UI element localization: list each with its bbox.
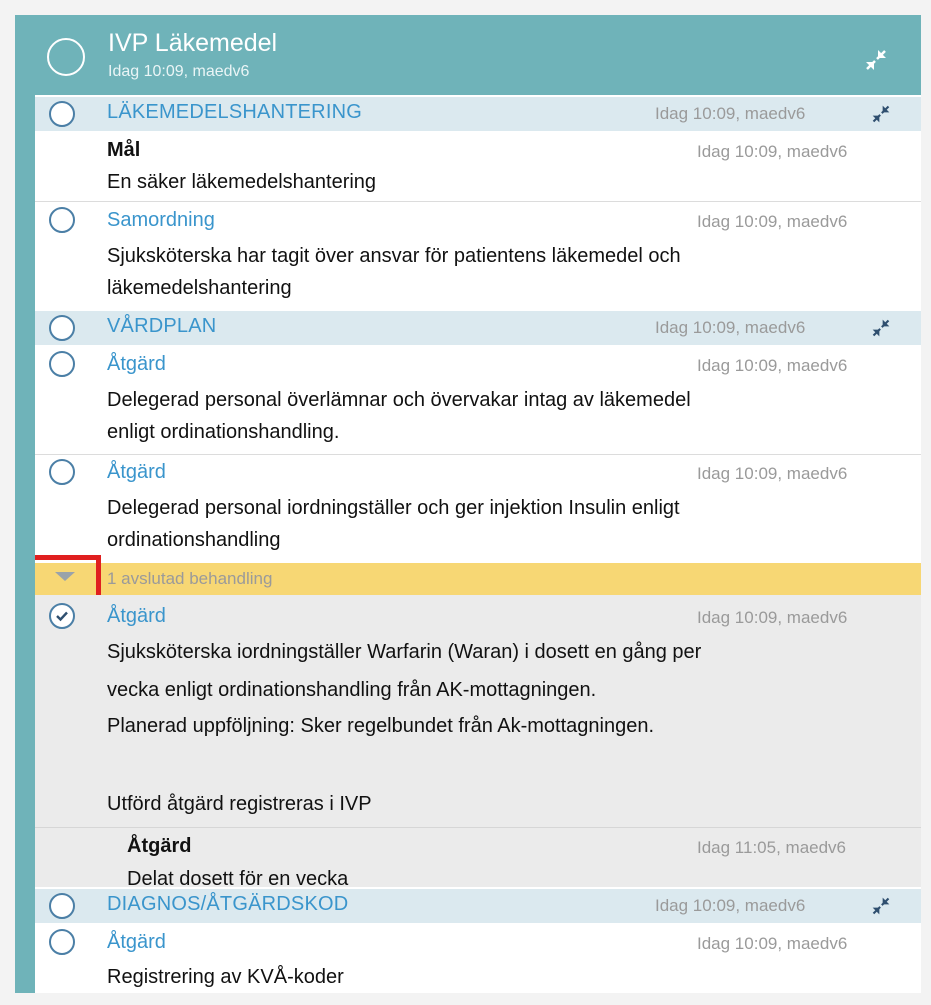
section-diagnos-atgardskod[interactable]: DIAGNOS/ÅTGÄRDSKOD Idag 10:09, maedv6 (35, 889, 921, 923)
closed-treatments-toggle[interactable]: 1 avslutad behandling (35, 555, 921, 607)
entry-text: Delegerad personal överlämnar och överva… (107, 389, 691, 411)
entry-title-link[interactable]: Samordning (107, 209, 215, 232)
status-circle-icon[interactable] (49, 315, 75, 341)
divider (35, 201, 921, 202)
closed-treatments-label[interactable]: 1 avslutad behandling (107, 569, 272, 589)
section-vardplan[interactable]: VÅRDPLAN Idag 10:09, maedv6 (35, 311, 921, 345)
check-circle-icon[interactable] (49, 603, 75, 629)
entry-title-link[interactable]: Åtgärd (107, 605, 166, 628)
status-circle-icon[interactable] (49, 351, 75, 377)
divider (35, 827, 921, 828)
care-plan-panel: IVP Läkemedel Idag 10:09, maedv6 LÄKEMED… (15, 15, 921, 993)
entry-text: Utförd åtgärd registreras i IVP (107, 793, 372, 815)
compress-arrows-icon[interactable] (871, 896, 891, 916)
entry-text: ordinationshandling (107, 529, 281, 551)
compress-arrows-icon[interactable] (871, 318, 891, 338)
section-label[interactable]: VÅRDPLAN (107, 315, 216, 338)
status-circle-icon[interactable] (49, 459, 75, 485)
closed-treatments-area: Åtgärd Idag 10:09, maedv6 Sjuksköterska … (35, 595, 921, 890)
compress-arrows-icon[interactable] (871, 104, 891, 124)
status-circle-icon[interactable] (49, 207, 75, 233)
entry-text: Delegerad personal iordningställer och g… (107, 497, 680, 519)
entry-title: Mål (107, 139, 141, 161)
entry-title-link[interactable]: Åtgärd (107, 461, 166, 484)
entry-text: läkemedelshantering (107, 277, 292, 299)
entry-meta: Idag 10:09, maedv6 (697, 356, 848, 375)
section-lakemedelshantering[interactable]: LÄKEMEDELSHANTERING Idag 10:09, maedv6 (35, 97, 921, 131)
entry-text: Planerad uppföljning: Sker regelbundet f… (107, 715, 655, 737)
entry-text: enligt ordinationshandling. (107, 421, 340, 443)
section-label[interactable]: LÄKEMEDELSHANTERING (107, 101, 362, 124)
divider (35, 454, 921, 455)
section-meta: Idag 10:09, maedv6 (655, 318, 806, 337)
panel-header: IVP Läkemedel Idag 10:09, maedv6 (35, 15, 921, 95)
panel-subtitle: Idag 10:09, maedv6 (108, 63, 250, 80)
entry-text: Registrering av KVÅ-koder (107, 966, 344, 988)
entry-meta: Idag 10:09, maedv6 (697, 464, 848, 483)
section-meta: Idag 10:09, maedv6 (655, 896, 806, 915)
entry-meta: Idag 10:09, maedv6 (697, 608, 848, 627)
status-circle-icon[interactable] (49, 929, 75, 955)
status-circle-icon[interactable] (49, 893, 75, 919)
entry-meta: Idag 10:09, maedv6 (697, 934, 848, 953)
entry-meta: Idag 10:09, maedv6 (697, 142, 848, 161)
entry-title-link[interactable]: Åtgärd (107, 931, 166, 954)
status-circle-icon[interactable] (47, 38, 85, 76)
entry-meta: Idag 10:09, maedv6 (697, 212, 848, 231)
entry-text: Sjuksköterska har tagit över ansvar för … (107, 245, 681, 267)
section-meta: Idag 10:09, maedv6 (655, 104, 806, 123)
sub-entry-meta: Idag 11:05, maedv6 (697, 838, 847, 857)
sub-entry-title: Åtgärd (127, 835, 192, 857)
entry-title-link[interactable]: Åtgärd (107, 353, 166, 376)
entry-text: vecka enligt ordinationshandling från AK… (107, 679, 597, 701)
status-circle-icon[interactable] (49, 101, 75, 127)
section-label[interactable]: DIAGNOS/ÅTGÄRDSKOD (107, 893, 348, 916)
compress-arrows-icon[interactable] (864, 48, 888, 72)
entry-text: En säker läkemedelshantering (107, 171, 377, 193)
entry-text: Sjuksköterska iordningställer Warfarin (… (107, 641, 702, 663)
panel-title: IVP Läkemedel (108, 29, 278, 57)
